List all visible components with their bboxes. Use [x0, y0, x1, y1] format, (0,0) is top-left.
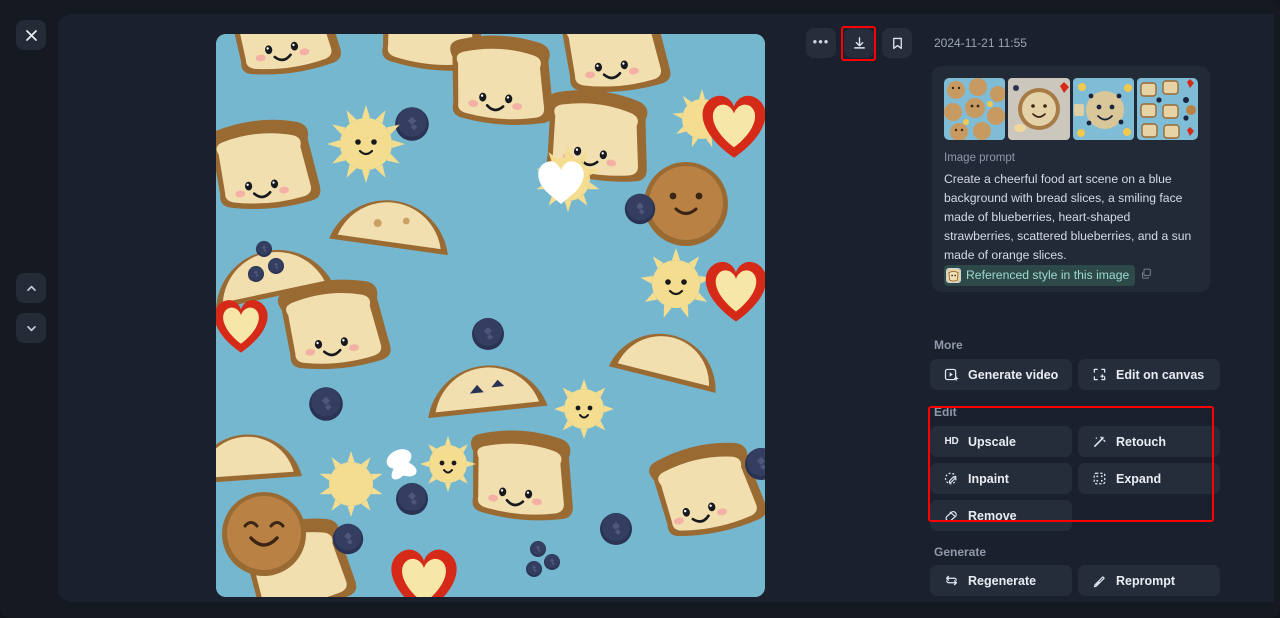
reprompt-label: Reprompt — [1116, 573, 1176, 588]
upscale-label: Upscale — [968, 434, 1016, 449]
generate-actions-group: Regenerate Reprompt — [930, 565, 1220, 596]
expand-square-icon — [1092, 471, 1107, 486]
left-rail — [0, 0, 58, 604]
inpaint-label: Inpaint — [968, 471, 1009, 486]
regenerate-label: Regenerate — [968, 573, 1037, 588]
image-stage — [58, 14, 920, 602]
toast-thumb-icon — [947, 269, 960, 282]
generate-video-button[interactable]: Generate video — [930, 359, 1072, 390]
remove-label: Remove — [968, 508, 1017, 523]
reference-thumbnail[interactable] — [944, 78, 1006, 140]
edit-actions-group: HD Upscale Retouch Inpaint Expand Remove — [930, 426, 1220, 531]
referenced-style-chip[interactable]: Referenced style in this image — [944, 265, 1136, 286]
thumbnail-toast-pattern-icon — [1136, 78, 1198, 140]
next-image-button[interactable] — [16, 313, 46, 343]
chevron-up-icon — [26, 285, 36, 291]
refresh-icon — [944, 573, 959, 588]
hd-icon: HD — [944, 436, 959, 447]
thumbnail-cookies-pattern-icon — [944, 78, 1006, 140]
previous-image-button[interactable] — [16, 273, 46, 303]
more-options-label: ••• — [812, 33, 830, 49]
close-icon — [25, 29, 37, 41]
section-label-edit: Edit — [934, 405, 957, 419]
crop-handles-icon — [1092, 367, 1107, 382]
referenced-style-thumbnail — [946, 268, 961, 283]
generated-image[interactable] — [216, 34, 765, 597]
reference-thumbnail[interactable] — [1008, 78, 1070, 140]
inpaint-button[interactable]: Inpaint — [930, 463, 1072, 494]
reference-thumbnail-strip — [944, 78, 1198, 140]
app-root: ••• 2024-11-21 11:55 Image prompt Create… — [0, 0, 1280, 618]
prompt-card: Image prompt Create a cheerful food art … — [932, 66, 1210, 292]
bookmark-button[interactable] — [882, 28, 912, 58]
eraser-icon — [944, 508, 959, 523]
thumbnail-single-cookie-icon — [1008, 78, 1070, 140]
referenced-style-label: Referenced style in this image — [966, 268, 1130, 282]
video-box-icon — [944, 367, 959, 382]
prompt-body: Create a cheerful food art scene on a bl… — [944, 172, 1192, 262]
magic-wand-icon — [1092, 434, 1107, 449]
generate-video-label: Generate video — [968, 367, 1059, 382]
copy-icon — [1142, 268, 1152, 279]
reference-thumbnail[interactable] — [1136, 78, 1198, 140]
remove-button[interactable]: Remove — [930, 500, 1072, 531]
regenerate-button[interactable]: Regenerate — [930, 565, 1072, 596]
bookmark-icon — [892, 37, 902, 49]
prompt-label: Image prompt — [944, 152, 1015, 164]
expand-button[interactable]: Expand — [1078, 463, 1220, 494]
section-label-generate: Generate — [934, 545, 987, 559]
generation-timestamp: 2024-11-21 11:55 — [934, 36, 1027, 50]
details-panel: 2024-11-21 11:55 Image prompt Create a c… — [920, 14, 1274, 602]
retouch-button[interactable]: Retouch — [1078, 426, 1220, 457]
inpaint-brush-icon — [944, 471, 959, 486]
artwork-illustration — [216, 34, 765, 597]
chevron-down-icon — [26, 325, 36, 331]
reference-thumbnail[interactable] — [1072, 78, 1134, 140]
upscale-button[interactable]: HD Upscale — [930, 426, 1072, 457]
expand-label: Expand — [1116, 471, 1162, 486]
retouch-label: Retouch — [1116, 434, 1166, 449]
download-button[interactable] — [844, 28, 874, 58]
edit-on-canvas-button[interactable]: Edit on canvas — [1078, 359, 1220, 390]
close-button[interactable] — [16, 20, 46, 50]
section-label-more: More — [934, 338, 963, 352]
more-actions-group: Generate video Edit on canvas — [930, 359, 1220, 390]
copy-prompt-button[interactable] — [1141, 268, 1152, 282]
download-icon — [853, 36, 865, 49]
reprompt-button[interactable]: Reprompt — [1078, 565, 1220, 596]
pencil-icon — [1092, 573, 1107, 588]
edit-on-canvas-label: Edit on canvas — [1116, 367, 1205, 382]
thumbnail-blueberry-face-icon — [1072, 78, 1134, 140]
more-options-button[interactable]: ••• — [806, 28, 836, 58]
image-toolbar: ••• — [806, 28, 912, 58]
prompt-text: Create a cheerful food art scene on a bl… — [944, 170, 1198, 286]
